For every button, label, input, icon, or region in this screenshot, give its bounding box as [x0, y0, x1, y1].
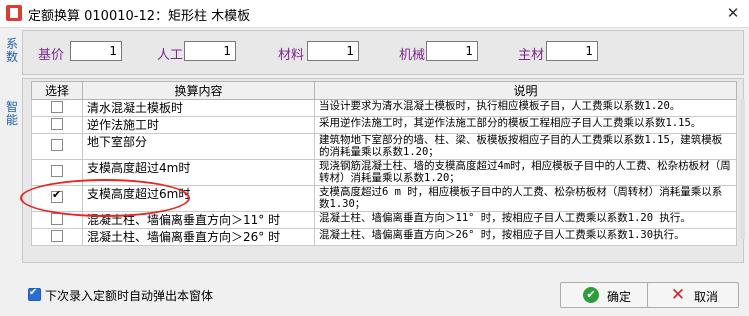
conversion-grid-panel: 选择 换算内容 说明 清水混凝土模板时 当设计要求为清水混凝土模板时，执行相应模… [22, 78, 744, 263]
conversion-name: 支模高度超过4m时 [82, 159, 315, 186]
auto-popup-label: 下次录入定额时自动弹出本窗体 [45, 289, 214, 303]
coef-label-labor: 人工 [157, 48, 184, 63]
conversion-description: 支模高度超过6 m 时，相应模板子目中的人工费、松杂枋板材（周转材）消耗量乘以系… [314, 185, 737, 212]
row-checkbox[interactable] [51, 165, 63, 177]
coef-label-main-material: 主材 [518, 48, 545, 63]
ok-button[interactable]: ✔ 确定 [560, 282, 652, 308]
side-tab-char: 数 [5, 50, 18, 64]
select-cell[interactable] [31, 185, 83, 212]
select-cell[interactable] [31, 228, 83, 246]
title-bar: 定额换算 010010-12：矩形柱 木模板 ✕ [0, 0, 749, 28]
conversion-table: 选择 换算内容 说明 清水混凝土模板时 当设计要求为清水混凝土模板时，执行相应模… [31, 81, 737, 246]
column-header-content[interactable]: 换算内容 [82, 81, 315, 100]
table-row[interactable]: 支模高度超过4m时 现浇钢筋混凝土柱、墙的支模高度超过4m时，相应模板子目中的人… [31, 159, 737, 186]
select-cell[interactable] [31, 159, 83, 186]
conversion-description: 采用逆作法施工时，其逆作法施工部分的模板工程相应子目人工费乘以系数1.15。 [314, 116, 737, 134]
cancel-button-label: 取消 [694, 290, 719, 304]
conversion-description: 建筑物地下室部分的墙、柱、梁、板模板按相应子目的人工费乘以系数1.15，建筑模板… [314, 133, 737, 160]
conversion-name: 逆作法施工时 [82, 116, 315, 134]
coef-input-material[interactable] [307, 41, 359, 61]
conversion-name: 混凝土柱、墙偏离垂直方向＞11° 时 [82, 211, 315, 229]
check-circle-icon: ✔ [583, 287, 599, 303]
column-header-description[interactable]: 说明 [314, 81, 737, 100]
coef-input-base-price[interactable] [70, 41, 122, 61]
window-title: 定额换算 010010-12：矩形柱 木模板 [28, 9, 251, 24]
select-cell[interactable] [31, 116, 83, 134]
coef-input-machine[interactable] [426, 41, 478, 61]
coefficient-panel: 基价 人工 材料 机械 主材 [22, 30, 744, 75]
side-tab-char: 能 [5, 113, 18, 127]
table-row[interactable]: 清水混凝土模板时 当设计要求为清水混凝土模板时，执行相应模板子目，人工费乘以系数… [31, 99, 737, 117]
table-row[interactable]: 逆作法施工时 采用逆作法施工时，其逆作法施工部分的模板工程相应子目人工费乘以系数… [31, 116, 737, 134]
ok-button-label: 确定 [607, 290, 632, 304]
x-icon: ✕ [670, 285, 686, 305]
conversion-description: 混凝土柱、墙偏离垂直方向＞11° 时，按相应子目人工费乘以系数1.20 执行。 [314, 211, 737, 229]
select-cell[interactable] [31, 99, 83, 117]
coef-label-base-price: 基价 [38, 48, 65, 63]
row-checkbox-checked[interactable] [51, 189, 63, 203]
auto-popup-checkbox[interactable] [28, 287, 41, 301]
row-checkbox[interactable] [51, 212, 63, 225]
vertical-scrollbar[interactable] [740, 99, 745, 239]
table-row[interactable]: 混凝土柱、墙偏离垂直方向＞26° 时 混凝土柱、墙偏离垂直方向＞26° 时，按相… [31, 228, 737, 246]
table-row[interactable]: 支模高度超过6m时 支模高度超过6 m 时，相应模板子目中的人工费、松杂枋板材（… [31, 185, 737, 212]
conversion-name: 混凝土柱、墙偏离垂直方向＞26° 时 [82, 228, 315, 246]
row-checkbox[interactable] [51, 229, 63, 242]
conversion-name: 清水混凝土模板时 [82, 99, 315, 117]
table-row[interactable]: 混凝土柱、墙偏离垂直方向＞11° 时 混凝土柱、墙偏离垂直方向＞11° 时，按相… [31, 211, 737, 229]
close-icon[interactable]: ✕ [723, 4, 743, 22]
conversion-description: 当设计要求为清水混凝土模板时，执行相应模板子目，人工费乘以系数1.20。 [314, 99, 737, 117]
side-tab-coefficients[interactable]: 系 数 [4, 38, 20, 64]
coef-label-material: 材料 [278, 48, 305, 63]
select-cell[interactable] [31, 211, 83, 229]
row-checkbox[interactable] [51, 100, 63, 113]
conversion-name: 支模高度超过6m时 [82, 185, 315, 212]
conversion-name: 地下室部分 [82, 133, 315, 160]
conversion-description: 混凝土柱、墙偏离垂直方向＞26° 时，按相应子目人工费乘以系数1.30执行。 [314, 228, 737, 246]
column-header-select[interactable]: 选择 [31, 81, 83, 100]
row-checkbox[interactable] [51, 139, 63, 151]
coef-label-machine: 机械 [399, 48, 426, 63]
side-tab-smart[interactable]: 智 能 [4, 101, 20, 127]
app-icon [6, 5, 22, 21]
cancel-button[interactable]: ✕ 取消 [647, 282, 739, 308]
row-checkbox[interactable] [51, 117, 63, 130]
coef-input-main-material[interactable] [546, 41, 598, 61]
conversion-description: 现浇钢筋混凝土柱、墙的支模高度超过4m时，相应模板子目中的人工费、松杂枋板材（周… [314, 159, 737, 186]
select-cell[interactable] [31, 133, 83, 160]
table-row[interactable]: 地下室部分 建筑物地下室部分的墙、柱、梁、板模板按相应子目的人工费乘以系数1.1… [31, 133, 737, 160]
coef-input-labor[interactable] [184, 41, 236, 61]
